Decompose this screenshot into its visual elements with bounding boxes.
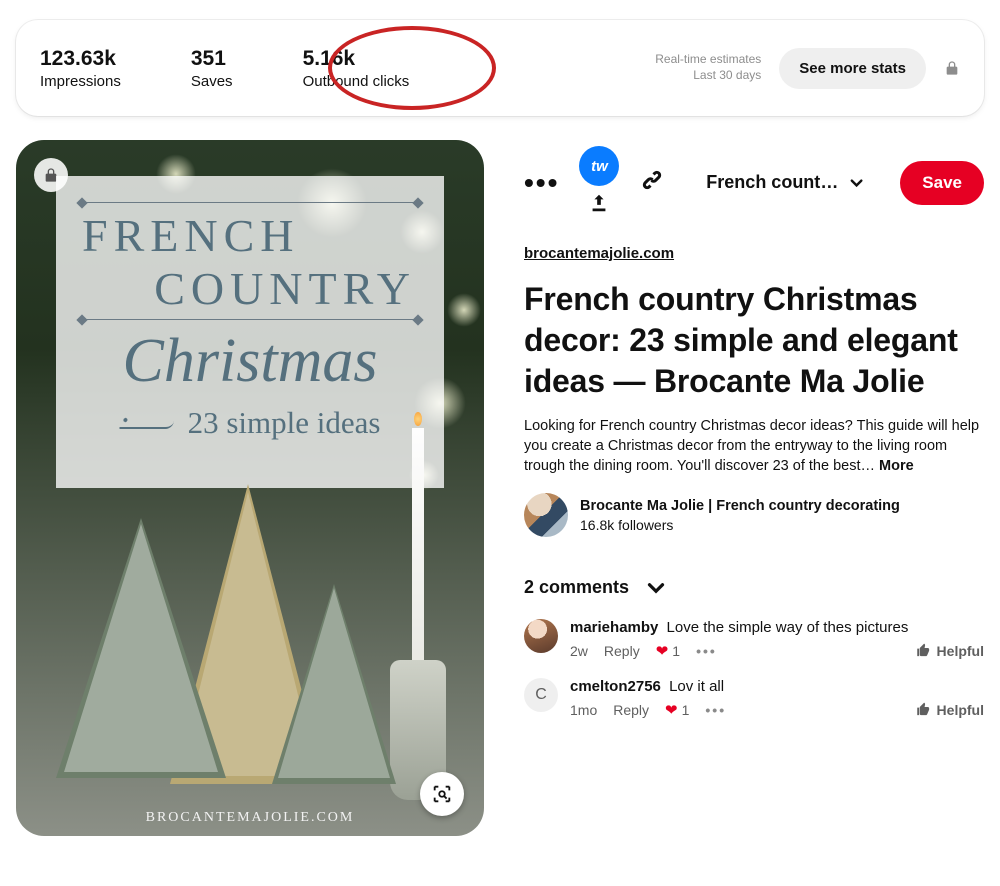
- comments-header[interactable]: 2 comments: [524, 575, 984, 601]
- chevron-down-icon: [643, 575, 669, 601]
- comment-helpful-button[interactable]: Helpful: [916, 702, 984, 718]
- comment-avatar: [524, 619, 558, 653]
- comment-age: 2w: [570, 643, 588, 659]
- comment-avatar: C: [524, 678, 558, 712]
- stat-value: 123.63k: [40, 47, 121, 71]
- copy-link-button[interactable]: [639, 167, 665, 198]
- comment-item: mariehamby Love the simple way of thes p…: [524, 619, 984, 660]
- comment-more-button[interactable]: •••: [705, 702, 726, 718]
- stat-value: 351: [191, 47, 233, 71]
- stat-outbound-clicks: 5.16k Outbound clicks: [303, 47, 410, 90]
- author-block[interactable]: Brocante Ma Jolie | French country decor…: [524, 493, 984, 537]
- stat-label: Outbound clicks: [303, 73, 410, 90]
- image-watermark: BROCANTEMAJOLIE.COM: [16, 810, 484, 826]
- comment-text: Lov it all: [669, 678, 724, 695]
- author-name: Brocante Ma Jolie | French country decor…: [580, 497, 900, 515]
- comment-more-button[interactable]: •••: [696, 643, 717, 659]
- thumb-up-icon: [916, 702, 931, 717]
- pin-details: ••• tw French countr… Save brocantemajol…: [524, 140, 984, 836]
- comment-likes[interactable]: ❤1: [656, 642, 680, 660]
- pin-title: French country Christmas decor: 23 simpl…: [524, 279, 984, 402]
- visual-search-button[interactable]: [420, 772, 464, 816]
- stat-label: Saves: [191, 73, 233, 90]
- comments-count: 2 comments: [524, 577, 629, 598]
- comment-reply-button[interactable]: Reply: [613, 702, 649, 718]
- overlay-script: Christmas: [80, 326, 420, 397]
- board-label: French countr…: [706, 172, 839, 193]
- comment-helpful-button[interactable]: Helpful: [916, 643, 984, 659]
- pin-image[interactable]: FRENCH COUNTRY Christmas 23 simple ideas…: [16, 140, 484, 836]
- stat-saves: 351 Saves: [191, 47, 233, 90]
- save-button[interactable]: Save: [900, 161, 984, 205]
- author-followers: 16.8k followers: [580, 517, 900, 533]
- source-link[interactable]: brocantemajolie.com: [524, 245, 674, 262]
- tailwind-badge-icon[interactable]: tw: [579, 146, 619, 186]
- overlay-line-2: COUNTRY: [80, 262, 416, 315]
- comment-text: Love the simple way of thes pictures: [667, 619, 909, 636]
- comment-reply-button[interactable]: Reply: [604, 643, 640, 659]
- overlay-subtitle: 23 simple ideas: [80, 405, 420, 441]
- estimates-note: Real-time estimates Last 30 days: [655, 52, 761, 83]
- board-picker[interactable]: French countr…: [706, 172, 866, 193]
- comment-user[interactable]: mariehamby: [570, 619, 658, 636]
- comment-item: C cmelton2756 Lov it all 1mo Reply ❤1 ••…: [524, 678, 984, 719]
- more-actions-button[interactable]: •••: [524, 178, 559, 188]
- stat-impressions: 123.63k Impressions: [40, 47, 121, 90]
- image-overlay-card: FRENCH COUNTRY Christmas 23 simple ideas: [56, 176, 444, 488]
- comment-user[interactable]: cmelton2756: [570, 678, 661, 695]
- thumb-up-icon: [916, 643, 931, 658]
- see-more-stats-button[interactable]: See more stats: [779, 48, 926, 89]
- stat-value: 5.16k: [303, 47, 410, 71]
- lock-icon: [944, 60, 960, 76]
- comment-age: 1mo: [570, 702, 597, 718]
- image-scene: [16, 488, 484, 796]
- stats-bar: 123.63k Impressions 351 Saves 5.16k Outb…: [16, 20, 984, 116]
- description-more-button[interactable]: More: [879, 458, 914, 474]
- stat-label: Impressions: [40, 73, 121, 90]
- actions-row: ••• tw French countr… Save: [524, 146, 984, 219]
- overlay-line-1: FRENCH: [82, 209, 420, 262]
- chevron-down-icon: [847, 173, 866, 193]
- share-button[interactable]: [588, 192, 610, 219]
- comment-likes[interactable]: ❤1: [665, 701, 689, 719]
- author-avatar: [524, 493, 568, 537]
- pin-description: Looking for French country Christmas dec…: [524, 416, 984, 477]
